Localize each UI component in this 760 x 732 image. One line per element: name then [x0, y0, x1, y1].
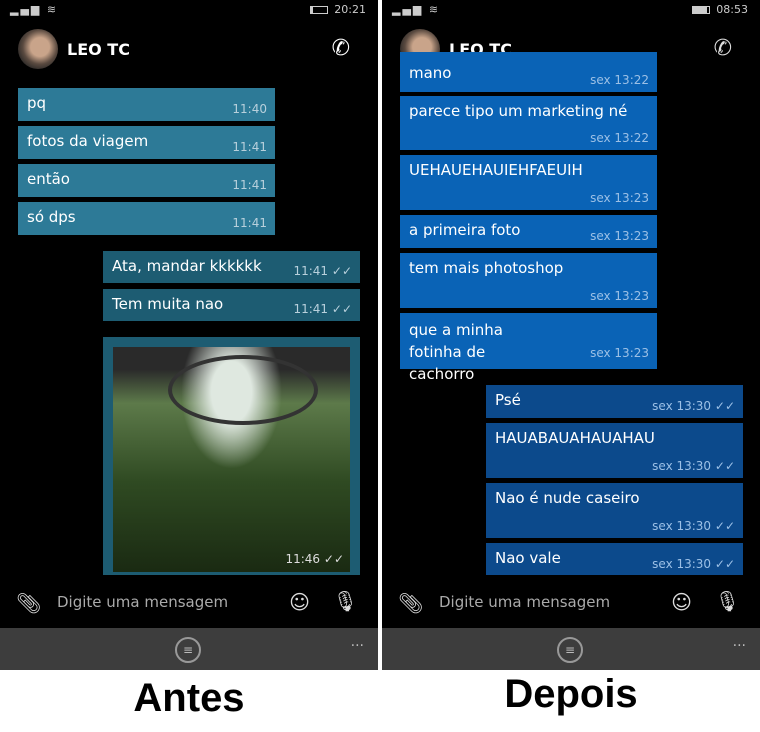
message-time: 11:41 — [293, 264, 329, 278]
message-text: Nao vale — [495, 549, 561, 567]
read-ticks-icon: ✓✓ — [323, 552, 344, 566]
microphone-icon[interactable]: 🎙︎ — [715, 589, 740, 613]
before-screen: ▂▄▆ ≋ 20:21 LEO TC ✆ pq 11:40 fotos da vi… — [0, 0, 378, 670]
message-text: tem mais photoshop — [409, 259, 564, 277]
message-time: 11:41 — [232, 216, 267, 230]
read-ticks-icon: ✓✓ — [714, 557, 735, 571]
message-time: sex 13:30 — [652, 519, 712, 533]
attach-icon[interactable]: 📎︎ — [16, 591, 41, 615]
clock: 08:53 — [716, 3, 748, 16]
message-time: sex 13:30 — [652, 399, 712, 413]
message-text: Psé — [495, 391, 521, 409]
message-time: sex 13:23 — [590, 229, 649, 243]
message-bubble[interactable]: fotos da viagem 11:41 — [18, 126, 275, 159]
app-bar: ≡ ··· — [382, 628, 760, 670]
message-bubble[interactable]: que a minha fotinha de cachorro sex 13:23 — [400, 313, 657, 383]
message-time: sex 13:23 — [590, 289, 649, 303]
message-text: só dps — [27, 208, 76, 226]
status-bar: ▂▄▆ ≋ 20:21 — [0, 0, 378, 20]
after-screen: ▂▄▆ ≋ 08:53 LEO TC ✆ mano sex 13:22 parec… — [382, 0, 760, 670]
message-time: sex 13:22 — [590, 131, 649, 145]
message-text: que a minha fotinha de cachorro — [409, 321, 503, 383]
chat-icon[interactable]: ≡ — [557, 637, 583, 663]
message-bubble[interactable]: Ata, mandar kkkkkk 11:41 ✓✓ — [103, 251, 360, 283]
composer: 📎︎ Digite uma mensagem ☺ 🎙︎ — [0, 575, 378, 628]
read-ticks-icon: ✓✓ — [331, 302, 352, 316]
message-input[interactable]: Digite uma mensagem — [439, 593, 610, 611]
message-text: mano — [409, 64, 452, 82]
message-time: 11:41 — [232, 178, 267, 192]
message-bubble[interactable]: Psé sex 13:30 ✓✓ — [486, 385, 743, 418]
message-text: UEHAUEHAUIEHFAEUIH — [409, 161, 583, 179]
message-time: sex 13:23 — [590, 346, 649, 360]
more-button[interactable]: ··· — [351, 638, 364, 654]
attach-icon[interactable]: 📎︎ — [398, 591, 423, 615]
message-time: sex 13:30 — [652, 459, 712, 473]
message-time: sex 13:30 — [652, 557, 712, 571]
message-text: Ata, mandar kkkkkk — [112, 257, 262, 275]
message-bubble[interactable]: então 11:41 — [18, 164, 275, 197]
wheel — [168, 355, 318, 425]
message-bubble[interactable]: pq 11:40 — [18, 88, 275, 121]
emoji-icon[interactable]: ☺ — [671, 590, 692, 614]
emoji-icon[interactable]: ☺ — [289, 590, 310, 614]
signal-icon: ▂▄▆ ≋ — [10, 3, 59, 16]
read-ticks-icon: ✓✓ — [714, 459, 735, 473]
chat-icon[interactable]: ≡ — [175, 637, 201, 663]
composer: 📎︎ Digite uma mensagem ☺ 🎙︎ — [382, 575, 760, 628]
image-message[interactable]: 11:46 ✓✓ — [103, 337, 360, 582]
message-bubble[interactable]: Nao é nude caseiro sex 13:30 ✓✓ — [486, 483, 743, 538]
message-bubble[interactable]: parece tipo um marketing né sex 13:22 — [400, 96, 657, 150]
message-text: então — [27, 170, 70, 188]
message-time: sex 13:23 — [590, 191, 649, 205]
message-time: 11:40 — [232, 102, 267, 116]
message-time: 11:41 — [293, 302, 329, 316]
message-text: HAUABAUAHAUAHAU — [495, 429, 655, 447]
photo[interactable]: 11:46 ✓✓ — [113, 347, 350, 572]
read-ticks-icon: ✓✓ — [331, 264, 352, 278]
message-text: a primeira foto — [409, 221, 521, 239]
caption-after: Depois — [504, 672, 638, 716]
caption-before: Antes — [133, 676, 245, 720]
phone-icon[interactable]: ✆ — [332, 36, 350, 61]
clock: 20:21 — [334, 3, 366, 16]
message-time: sex 13:22 — [590, 73, 649, 87]
message-bubble[interactable]: Tem muita nao 11:41 ✓✓ — [103, 289, 360, 321]
app-bar: ≡ ··· — [0, 628, 378, 670]
battery-icon — [310, 6, 328, 14]
read-ticks-icon: ✓✓ — [714, 519, 735, 533]
message-text: Tem muita nao — [112, 295, 224, 313]
status-bar: ▂▄▆ ≋ 08:53 — [382, 0, 760, 20]
message-text: pq — [27, 94, 47, 112]
message-bubble[interactable]: a primeira foto sex 13:23 — [400, 215, 657, 248]
message-time: 11:41 — [232, 140, 267, 154]
message-text: fotos da viagem — [27, 132, 149, 150]
message-time: 11:46 — [285, 552, 321, 566]
message-bubble[interactable]: UEHAUEHAUIEHFAEUIH sex 13:23 — [400, 155, 657, 210]
message-text: parece tipo um marketing né — [409, 102, 628, 120]
message-input[interactable]: Digite uma mensagem — [57, 593, 228, 611]
phone-icon[interactable]: ✆ — [714, 36, 732, 61]
message-bubble[interactable]: tem mais photoshop sex 13:23 — [400, 253, 657, 308]
message-bubble[interactable]: HAUABAUAHAUAHAU sex 13:30 ✓✓ — [486, 423, 743, 478]
more-button[interactable]: ··· — [733, 638, 746, 654]
message-text: Nao é nude caseiro — [495, 489, 640, 507]
signal-icon: ▂▄▆ ≋ — [392, 3, 441, 16]
message-bubble[interactable]: só dps 11:41 — [18, 202, 275, 235]
message-bubble[interactable]: mano sex 13:22 — [400, 52, 657, 92]
read-ticks-icon: ✓✓ — [714, 399, 735, 413]
battery-icon — [692, 6, 710, 14]
contact-name[interactable]: LEO TC — [67, 40, 130, 59]
microphone-icon[interactable]: 🎙︎ — [333, 589, 358, 613]
avatar[interactable] — [18, 29, 58, 69]
